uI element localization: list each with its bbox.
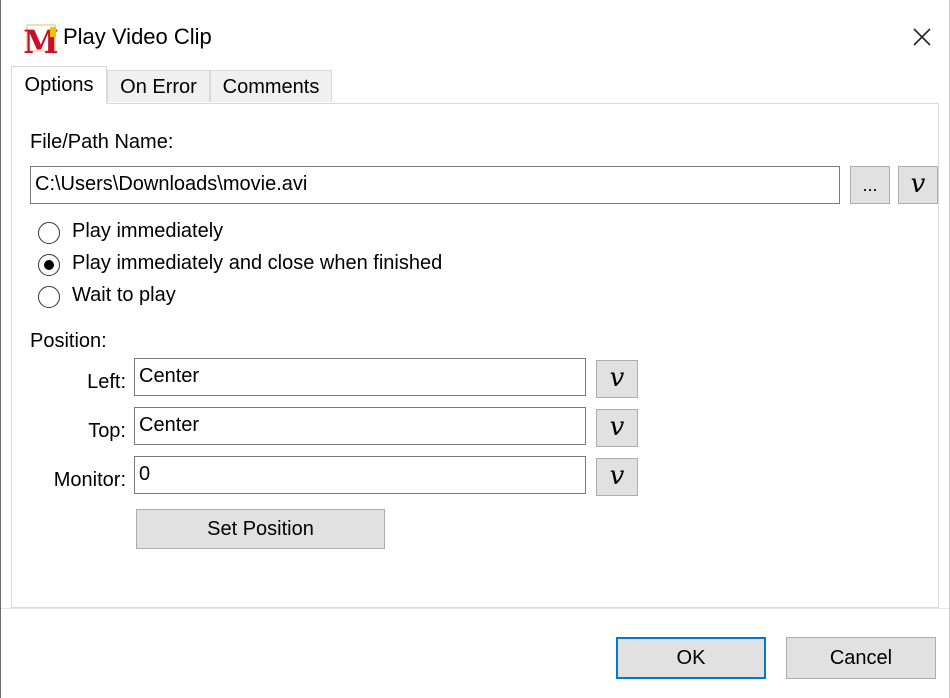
radio-label: Wait to play (72, 284, 176, 306)
radio-button[interactable] (38, 254, 60, 276)
app-logo-icon: M (23, 23, 58, 58)
browse-button[interactable]: ... (850, 166, 890, 204)
file-path-label: File/Path Name: (30, 131, 174, 153)
monitor-input[interactable]: 0 (134, 456, 586, 494)
radio-button[interactable] (38, 222, 60, 244)
radio-selected-dot (44, 260, 54, 270)
radio-button[interactable] (38, 286, 60, 308)
file-variable-button[interactable]: v (898, 166, 938, 204)
monitor-label: Monitor: (53, 469, 126, 491)
left-variable-button[interactable]: v (596, 360, 638, 398)
radio-label: Play immediately and close when finished (72, 252, 443, 274)
options-panel: File/Path Name: C:\Users\Downloads\movie… (11, 103, 939, 608)
tab-comments[interactable]: Comments (210, 70, 332, 102)
play-video-clip-dialog: M Play Video Clip Options On Error Comme… (0, 0, 950, 698)
window-title: Play Video Clip (63, 24, 212, 49)
top-label: Top: (88, 420, 126, 442)
file-path-input[interactable]: C:\Users\Downloads\movie.avi (30, 166, 840, 204)
ok-button[interactable]: OK (616, 637, 766, 679)
cancel-button[interactable]: Cancel (786, 637, 936, 679)
radio-label: Play immediately (72, 220, 224, 242)
top-input[interactable]: Center (134, 407, 586, 445)
footer-separator (1, 608, 949, 609)
monitor-variable-button[interactable]: v (596, 458, 638, 496)
left-input[interactable]: Center (134, 358, 586, 396)
title-bar: M Play Video Clip (1, 0, 949, 66)
top-variable-button[interactable]: v (596, 409, 638, 447)
tab-options[interactable]: Options (11, 66, 107, 104)
close-icon[interactable] (903, 18, 941, 56)
left-label: Left: (87, 371, 126, 393)
position-label: Position: (30, 330, 107, 352)
set-position-button[interactable]: Set Position (136, 509, 385, 549)
tab-on-error[interactable]: On Error (107, 70, 210, 102)
